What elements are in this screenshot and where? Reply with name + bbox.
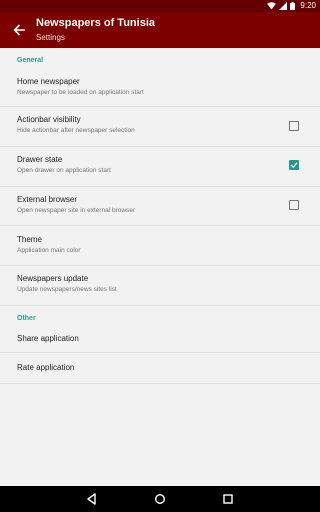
pref-theme[interactable]: Theme Application main color xyxy=(0,226,320,265)
pref-title: Drawer state xyxy=(17,155,63,164)
drawer-checkbox[interactable] xyxy=(289,160,299,170)
arrow-back-icon[interactable] xyxy=(12,23,26,37)
navigation-bar xyxy=(0,486,320,512)
pref-summary: Newspaper to be loaded on application st… xyxy=(17,89,144,96)
pref-title: Home newspaper xyxy=(17,77,80,86)
pref-summary: Application main color xyxy=(17,247,81,254)
pref-summary: Open newspaper site in external browser xyxy=(17,207,136,214)
pref-newspapers-update[interactable]: Newspapers update Update newspapers/news… xyxy=(0,266,320,305)
check-icon xyxy=(290,162,298,169)
pref-actionbar-visibility[interactable]: Actionbar visibility Hide actionbar afte… xyxy=(0,107,320,146)
page-title: Newspapers of Tunisia xyxy=(36,17,155,29)
page-subtitle: Settings xyxy=(36,33,65,42)
battery-icon xyxy=(290,2,296,10)
back-triangle-icon[interactable] xyxy=(85,492,99,506)
home-circle-icon[interactable] xyxy=(153,492,167,506)
signal-icon xyxy=(279,2,288,10)
divider xyxy=(0,383,320,384)
pref-share-application[interactable]: Share application xyxy=(0,326,320,352)
pref-external-browser[interactable]: External browser Open newspaper site in … xyxy=(0,187,320,226)
category-general: General xyxy=(17,57,44,64)
pref-title: Theme xyxy=(17,235,42,244)
wifi-icon xyxy=(267,2,277,10)
pref-title: Rate application xyxy=(17,363,75,372)
pref-summary: Open drawer on application start xyxy=(17,167,111,174)
pref-rate-application[interactable]: Rate application xyxy=(0,353,320,383)
external-browser-checkbox[interactable] xyxy=(289,200,299,210)
status-time: 9:20 xyxy=(300,1,316,10)
pref-title: Share application xyxy=(17,334,79,343)
settings-list: General Home newspaper Newspaper to be l… xyxy=(0,48,320,486)
pref-title: Newspapers update xyxy=(17,274,89,283)
pref-title: External browser xyxy=(17,195,78,204)
pref-summary: Update newspapers/news sites list xyxy=(17,286,117,293)
status-icons: 9:20 xyxy=(267,0,316,12)
app-bar: Newspapers of Tunisia Settings xyxy=(0,12,320,48)
status-bar: 9:20 xyxy=(0,0,320,12)
pref-drawer-state[interactable]: Drawer state Open drawer on application … xyxy=(0,147,320,186)
category-other: Other xyxy=(17,315,36,322)
recents-square-icon[interactable] xyxy=(221,492,235,506)
pref-title: Actionbar visibility xyxy=(17,115,81,124)
pref-summary: Hide actionbar after newspaper selection xyxy=(17,127,135,134)
actionbar-checkbox[interactable] xyxy=(289,121,299,131)
divider xyxy=(0,305,320,306)
pref-home-newspaper[interactable]: Home newspaper Newspaper to be loaded on… xyxy=(0,70,320,108)
